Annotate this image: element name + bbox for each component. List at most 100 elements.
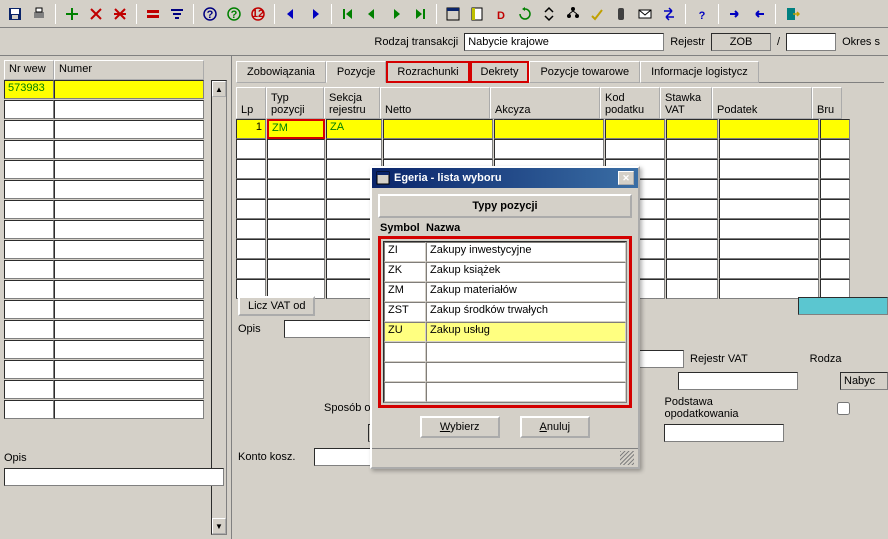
- pos-cell[interactable]: [820, 239, 850, 259]
- numer-cell[interactable]: [54, 320, 204, 339]
- numer-cell[interactable]: [54, 400, 204, 419]
- pos-cell[interactable]: [820, 219, 850, 239]
- pos-cell[interactable]: ZA: [326, 119, 382, 139]
- numer-cell[interactable]: [54, 340, 204, 359]
- konto-input[interactable]: [314, 448, 374, 466]
- pos-col[interactable]: Akcyza: [490, 87, 600, 119]
- numer-cell[interactable]: [54, 280, 204, 299]
- pos-cell[interactable]: [666, 179, 718, 199]
- nrwew-cell[interactable]: [4, 340, 54, 359]
- numer-cell[interactable]: [54, 80, 204, 99]
- pos-cell[interactable]: [666, 119, 718, 139]
- nrwew-cell[interactable]: [4, 240, 54, 259]
- rejestr-input[interactable]: [711, 33, 771, 51]
- list-item[interactable]: ZKZakup książek: [384, 262, 626, 282]
- pos-col[interactable]: Netto: [380, 87, 490, 119]
- pos-cell[interactable]: [267, 199, 325, 219]
- nrwew-cell[interactable]: [4, 200, 54, 219]
- pos-cell[interactable]: [820, 119, 850, 139]
- nav-next-icon[interactable]: [304, 3, 326, 25]
- rv-input2[interactable]: [678, 372, 798, 390]
- pos-cell[interactable]: [666, 259, 718, 279]
- pos-cell[interactable]: [267, 159, 325, 179]
- pos-cell[interactable]: [236, 219, 266, 239]
- pos-cell[interactable]: [236, 139, 266, 159]
- dialog-titlebar[interactable]: Egeria - lista wyboru ✕: [372, 168, 638, 188]
- podstawa-input[interactable]: [664, 424, 784, 442]
- pos-cell[interactable]: [267, 239, 325, 259]
- tab-informacje[interactable]: Informacje logistycz: [640, 61, 759, 83]
- pos-cell[interactable]: [719, 199, 819, 219]
- col-numer[interactable]: Numer: [54, 60, 204, 80]
- back-blue-icon[interactable]: [748, 3, 770, 25]
- pos-cell[interactable]: [719, 159, 819, 179]
- numer-cell[interactable]: [54, 240, 204, 259]
- nrwew-cell[interactable]: [4, 220, 54, 239]
- nrwew-cell[interactable]: [4, 280, 54, 299]
- pos-col[interactable]: Bru: [812, 87, 842, 119]
- pos-cell[interactable]: [820, 199, 850, 219]
- swap-icon[interactable]: [658, 3, 680, 25]
- last-icon[interactable]: [409, 3, 431, 25]
- pos-col[interactable]: Typ pozycji: [266, 87, 324, 119]
- pos-cell[interactable]: [383, 119, 493, 139]
- numer-cell[interactable]: [54, 120, 204, 139]
- refresh-icon[interactable]: [514, 3, 536, 25]
- licz-vat-button[interactable]: Licz VAT od: [238, 296, 315, 316]
- pos-cell[interactable]: [326, 139, 382, 159]
- mail-icon[interactable]: [634, 3, 656, 25]
- pos-cell[interactable]: [719, 239, 819, 259]
- nrwew-cell[interactable]: [4, 360, 54, 379]
- pos-col[interactable]: Sekcja rejestru: [324, 87, 380, 119]
- pos-cell[interactable]: [820, 259, 850, 279]
- tree-icon[interactable]: [562, 3, 584, 25]
- nrwew-cell[interactable]: [4, 320, 54, 339]
- pos-cell[interactable]: [719, 179, 819, 199]
- help3-icon[interactable]: 12: [247, 3, 269, 25]
- pos-cell[interactable]: [605, 139, 665, 159]
- help2-icon[interactable]: ?: [223, 3, 245, 25]
- list-item[interactable]: ZMZakup materiałów: [384, 282, 626, 302]
- nrwew-cell[interactable]: [4, 400, 54, 419]
- exit-icon[interactable]: [781, 3, 803, 25]
- about-icon[interactable]: ?: [691, 3, 713, 25]
- delete-icon[interactable]: [85, 3, 107, 25]
- cancel-button[interactable]: Anuluj: [520, 416, 591, 438]
- dialog-list[interactable]: ZIZakupy inwestycyjneZKZakup książekZMZa…: [383, 241, 627, 403]
- pos-cell[interactable]: [666, 239, 718, 259]
- tab-pozycje[interactable]: Pozycje: [326, 61, 387, 83]
- numer-cell[interactable]: [54, 160, 204, 179]
- pos-cell[interactable]: [820, 179, 850, 199]
- list-item[interactable]: ZUZakup usług: [384, 322, 626, 342]
- nrwew-cell[interactable]: [4, 140, 54, 159]
- numer-cell[interactable]: [54, 140, 204, 159]
- back-icon[interactable]: [361, 3, 383, 25]
- pos-col[interactable]: Lp: [236, 87, 266, 119]
- cut-icon[interactable]: [109, 3, 131, 25]
- scroll-up-icon[interactable]: ▲: [212, 81, 226, 97]
- fwd-blue-icon[interactable]: [724, 3, 746, 25]
- save-icon[interactable]: [4, 3, 26, 25]
- nrwew-cell[interactable]: [4, 180, 54, 199]
- sign-icon[interactable]: [586, 3, 608, 25]
- pos-cell[interactable]: [383, 139, 493, 159]
- pos-cell[interactable]: [236, 159, 266, 179]
- pos-cell[interactable]: [605, 119, 665, 139]
- pos-cell[interactable]: [719, 259, 819, 279]
- pos-cell[interactable]: [666, 159, 718, 179]
- numer-cell[interactable]: [54, 300, 204, 319]
- nrwew-cell[interactable]: [4, 380, 54, 399]
- pos-cell[interactable]: [666, 219, 718, 239]
- scroll-down-icon[interactable]: ▼: [212, 518, 226, 534]
- nrwew-cell[interactable]: [4, 120, 54, 139]
- nav-prev-icon[interactable]: [280, 3, 302, 25]
- pos-col[interactable]: Podatek: [712, 87, 812, 119]
- nrwew-cell[interactable]: 573983: [4, 80, 54, 99]
- pos-cell[interactable]: [267, 259, 325, 279]
- nabyte-input[interactable]: [840, 372, 888, 390]
- print-icon[interactable]: [28, 3, 50, 25]
- tab-zobowiazania[interactable]: Zobowiązania: [236, 61, 326, 83]
- list-item[interactable]: [384, 362, 626, 382]
- add-icon[interactable]: [61, 3, 83, 25]
- pos-cell[interactable]: [236, 259, 266, 279]
